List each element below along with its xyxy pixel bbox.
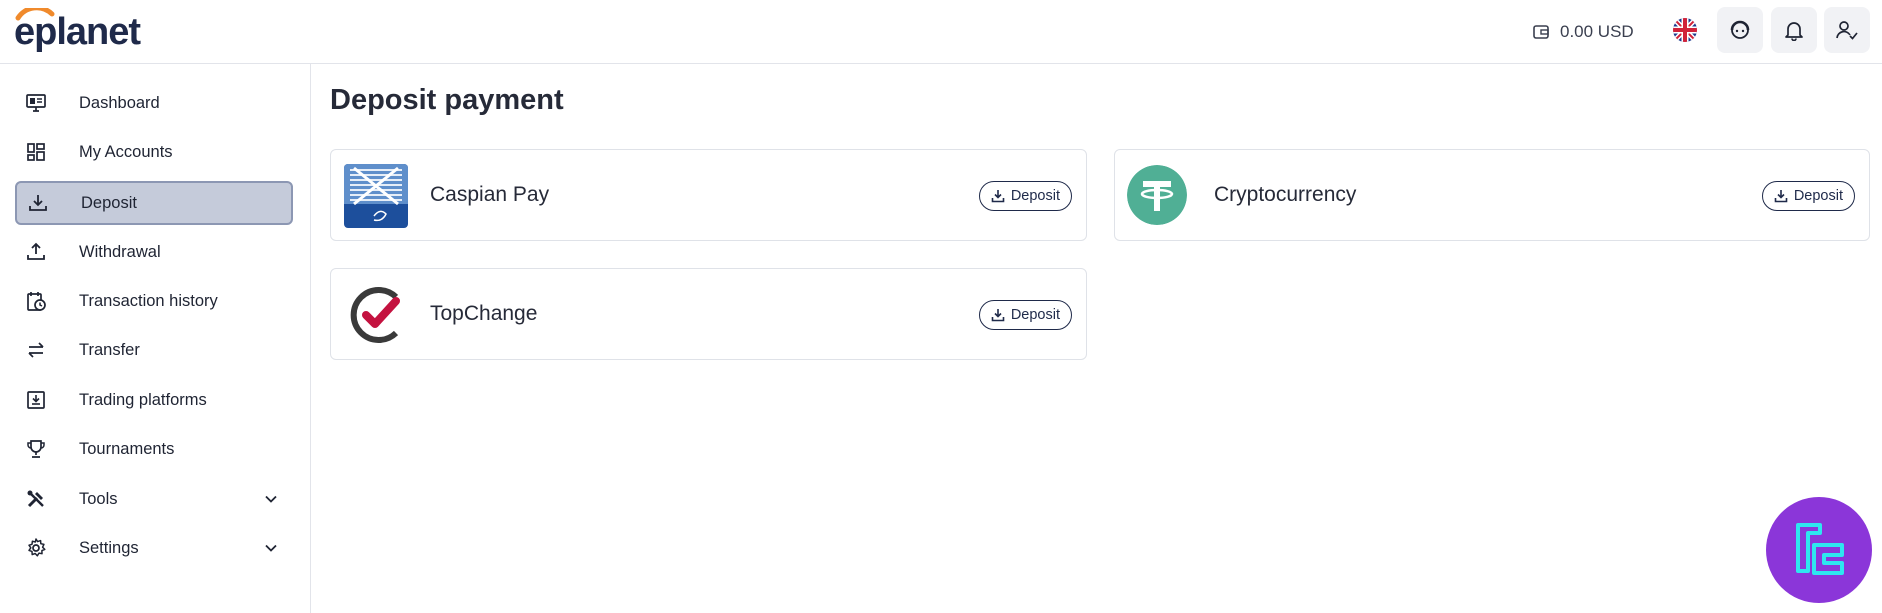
eplanet-logo[interactable]: eplanet — [14, 8, 176, 54]
sidebar-item-label: Trading platforms — [79, 390, 207, 409]
support-button[interactable] — [1717, 7, 1763, 53]
sidebar-item-withdrawal[interactable]: Withdrawal — [15, 230, 293, 274]
sidebar-item-label: Settings — [79, 538, 139, 557]
sidebar-item-label: Transfer — [79, 340, 140, 359]
caspian-pay-logo — [344, 164, 408, 228]
method-name: Caspian Pay — [430, 183, 550, 206]
sidebar: Dashboard My Accounts Deposit Withdrawal… — [0, 64, 311, 613]
platform-download-icon — [25, 389, 47, 411]
sidebar-item-transfer[interactable]: Transfer — [15, 328, 293, 372]
deposit-button-label: Deposit — [1793, 188, 1843, 204]
sidebar-item-label: Tournaments — [79, 439, 175, 458]
history-icon — [25, 290, 47, 312]
download-icon — [991, 309, 1005, 322]
grid-icon — [25, 141, 47, 163]
trophy-icon — [25, 438, 47, 460]
account-balance[interactable]: 0.00 USD — [1532, 17, 1634, 47]
payment-method-card[interactable]: TopChange Deposit — [330, 268, 1087, 360]
download-icon — [991, 190, 1005, 203]
method-name: TopChange — [430, 302, 538, 325]
sidebar-item-label: Dashboard — [79, 93, 160, 112]
sidebar-item-transaction-history[interactable]: Transaction history — [15, 279, 293, 323]
deposit-button[interactable]: Deposit — [978, 181, 1072, 211]
profile-button[interactable] — [1824, 7, 1870, 53]
notifications-button[interactable] — [1771, 7, 1817, 53]
sidebar-item-tournaments[interactable]: Tournaments — [15, 427, 293, 471]
balance-amount: 0.00 USD — [1560, 22, 1634, 41]
tools-icon — [25, 488, 47, 510]
sidebar-item-label: Transaction history — [79, 291, 218, 310]
page-title: Deposit payment — [330, 84, 564, 116]
tether-logo — [1127, 165, 1187, 225]
language-button[interactable] — [1662, 7, 1708, 53]
upload-icon — [25, 241, 47, 263]
tc-logo-icon — [1796, 523, 1844, 575]
transfer-icon — [25, 339, 47, 361]
deposit-button[interactable]: Deposit — [1761, 181, 1855, 211]
main-content: Deposit payment Caspian Pay Deposit Cryp… — [312, 64, 1882, 613]
payment-method-card[interactable]: Cryptocurrency Deposit — [1114, 149, 1870, 241]
gear-icon — [25, 537, 47, 559]
sidebar-item-my-accounts[interactable]: My Accounts — [15, 130, 293, 174]
deposit-button[interactable]: Deposit — [978, 300, 1072, 330]
chevron-down-icon[interactable] — [261, 538, 281, 558]
payment-method-card[interactable]: Caspian Pay Deposit — [330, 149, 1087, 241]
bell-icon — [1785, 22, 1803, 41]
uk-flag-icon — [1673, 18, 1697, 42]
sidebar-item-label: Withdrawal — [79, 242, 161, 261]
svg-text:eplanet: eplanet — [14, 11, 141, 53]
eplanet-logo-icon: eplanet — [14, 8, 142, 53]
deposit-button-label: Deposit — [1010, 307, 1060, 323]
sidebar-item-label: Tools — [79, 489, 118, 508]
user-check-icon — [1836, 21, 1858, 40]
method-name: Cryptocurrency — [1214, 183, 1357, 206]
topchange-logo — [344, 283, 408, 347]
download-icon — [27, 192, 49, 214]
watermark-badge — [1766, 497, 1872, 603]
sidebar-item-settings[interactable]: Settings — [15, 526, 293, 570]
chevron-down-icon[interactable] — [261, 489, 281, 509]
download-icon — [1774, 190, 1788, 203]
support-icon — [1730, 20, 1750, 39]
sidebar-item-label: Deposit — [81, 193, 137, 212]
sidebar-item-trading-platforms[interactable]: Trading platforms — [15, 378, 293, 422]
deposit-button-label: Deposit — [1010, 188, 1060, 204]
top-bar: eplanet 0.00 USD — [0, 0, 1882, 64]
monitor-icon — [25, 92, 47, 114]
sidebar-item-deposit[interactable]: Deposit — [15, 181, 293, 225]
sidebar-item-label: My Accounts — [79, 142, 173, 161]
sidebar-item-dashboard[interactable]: Dashboard — [15, 81, 293, 125]
sidebar-item-tools[interactable]: Tools — [15, 477, 293, 521]
wallet-icon — [1533, 25, 1549, 39]
